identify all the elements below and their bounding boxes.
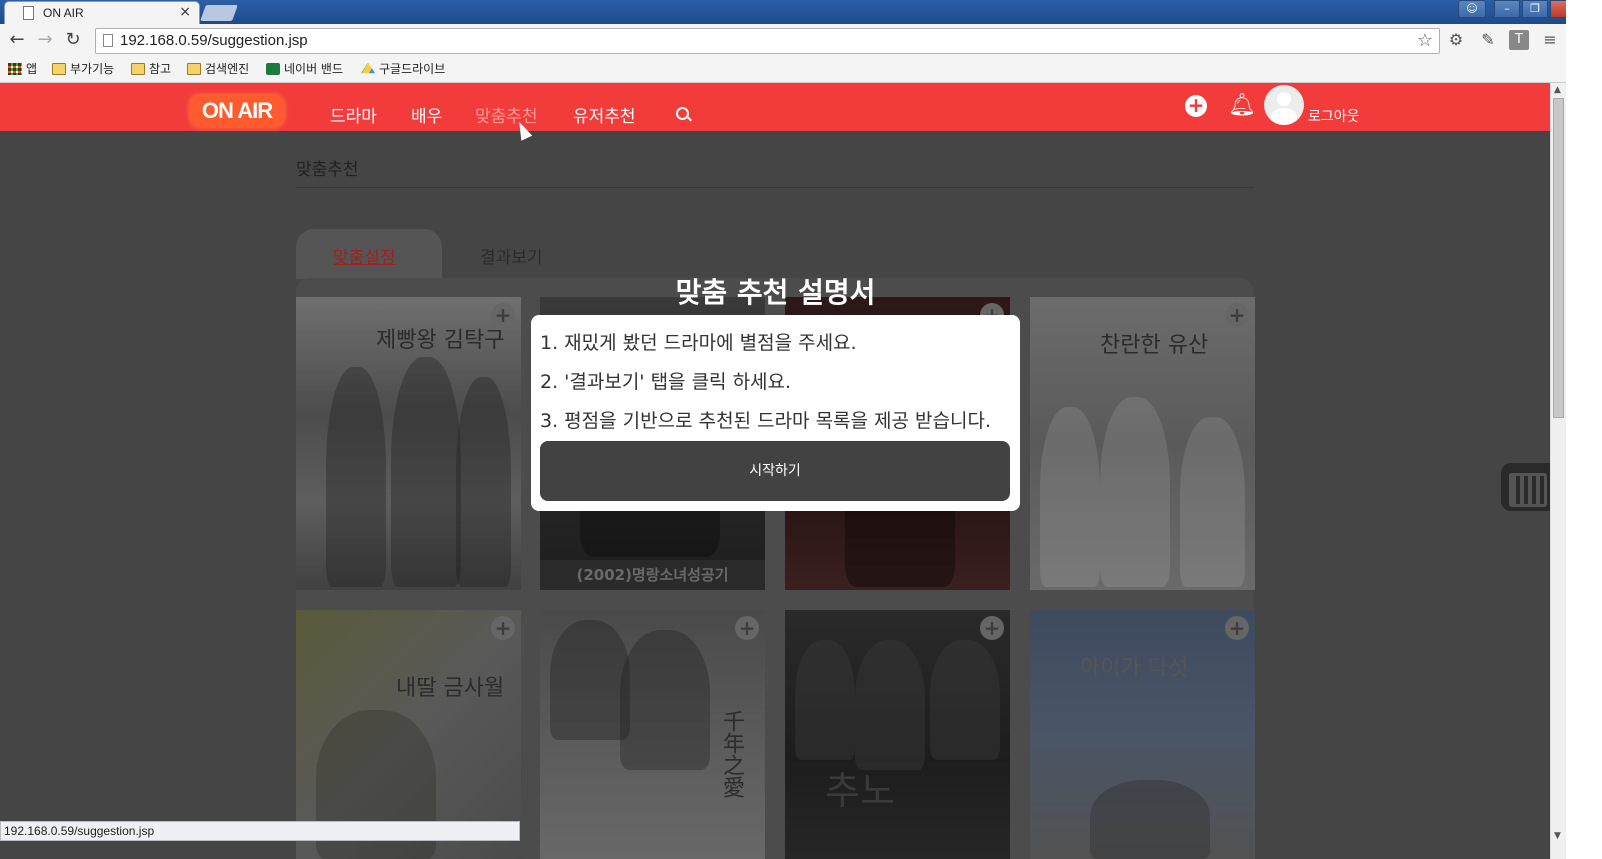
settings-icon[interactable]: ⚙ [1446, 30, 1466, 50]
nav-drama[interactable]: 드라마 [330, 102, 377, 127]
bookmark-apps[interactable]: 앱 [8, 60, 37, 77]
add-icon[interactable]: + [1225, 616, 1249, 640]
browser-tab[interactable]: ON AIR × [4, 1, 200, 24]
poster-title: 내딸 금사월 [396, 676, 505, 701]
logout-link[interactable]: 로그아웃 [1308, 106, 1360, 126]
poster-title: 千年之愛 [719, 710, 744, 798]
add-icon[interactable]: + [1225, 303, 1249, 327]
back-icon[interactable]: ← [6, 29, 28, 51]
url-text[interactable]: 192.168.0.59/suggestion.jsp [120, 32, 308, 49]
logo[interactable]: ON AIR [190, 95, 284, 127]
extension-icon[interactable]: ✎ [1478, 30, 1498, 50]
poster-title: 추노 [825, 769, 895, 813]
menu-icon[interactable]: ≡ [1540, 30, 1560, 50]
minimize-button[interactable]: – [1494, 0, 1520, 18]
bookmark-addons[interactable]: 부가기능 [52, 60, 114, 77]
modal-heading: 맞춤 추천 설명서 [675, 276, 876, 309]
instruction-step: 2. '결과보기' 탭을 클릭 하세요. [540, 371, 792, 393]
folder-icon [131, 62, 145, 75]
bookmark-search-engines[interactable]: 검색엔진 [187, 60, 249, 77]
scrollbar-thumb[interactable] [1553, 98, 1564, 418]
poster-caption: (2002)명랑소녀성공기 [540, 560, 765, 590]
nav-actor[interactable]: 배우 [411, 102, 442, 127]
instruction-modal: 1. 재밌게 봤던 드라마에 별점을 주세요. 2. '결과보기' 탭을 클릭 … [531, 315, 1020, 511]
poster-title: 찬란한 유산 [1100, 333, 1209, 358]
bookmarks-bar: 앱 부가기능 참고 검색엔진 네이버 밴드 구글드라이브 [0, 57, 1602, 83]
bookmark-google-drive[interactable]: 구글드라이브 [361, 60, 445, 77]
close-tab-icon[interactable]: × [179, 4, 191, 20]
add-icon[interactable]: + [735, 616, 759, 640]
folder-icon [187, 62, 201, 75]
forward-icon[interactable]: → [34, 29, 56, 51]
status-bar: 192.168.0.59/suggestion.jsp [0, 821, 520, 841]
tab-title: ON AIR [43, 6, 84, 20]
window-border [1566, 0, 1602, 859]
tab-custom-settings-label: 맞춤설정 [333, 248, 396, 268]
poster-card[interactable]: 추노 + [785, 610, 1010, 859]
instruction-step: 1. 재밌게 봤던 드라마에 별점을 주세요. [540, 332, 857, 354]
band-icon [266, 62, 280, 75]
tab-custom-settings[interactable]: 맞춤설정 [296, 229, 442, 279]
poster-card[interactable]: 아이가 다섯 + [1030, 610, 1255, 859]
user-icon[interactable]: ☺ [1458, 0, 1486, 18]
poster-title: 아이가 다섯 [1080, 656, 1189, 681]
calendar-icon[interactable] [1501, 463, 1551, 511]
bookmark-naver-band[interactable]: 네이버 밴드 [266, 60, 343, 77]
avatar[interactable] [1264, 85, 1304, 125]
star-icon[interactable]: ☆ [1417, 30, 1433, 51]
page-title: 맞춤추천 [296, 160, 359, 180]
instruction-step: 3. 평점을 기반으로 추천된 드라마 목록을 제공 받습니다. [540, 410, 992, 432]
add-icon[interactable]: + [1185, 95, 1207, 117]
nav-custom-recommend[interactable]: 맞춤추천 [475, 102, 538, 127]
t-icon[interactable]: T [1509, 30, 1529, 50]
scroll-up-icon[interactable]: ▲ [1554, 85, 1561, 95]
poster-title: 제빵왕 김탁구 [376, 328, 505, 353]
divider [296, 187, 1254, 188]
site-header: ON AIR 드라마 배우 맞춤추천 유저추천 + 🔔︎ 로그아웃 [0, 83, 1550, 131]
page-icon [103, 34, 113, 47]
poster-card[interactable]: 제빵왕 김탁구 + [296, 297, 521, 590]
address-bar[interactable]: 192.168.0.59/suggestion.jsp ☆ [95, 28, 1440, 54]
new-tab-button[interactable] [200, 5, 238, 21]
start-button[interactable]: 시작하기 [540, 441, 1010, 501]
poster-card[interactable]: 千年之愛 + [540, 610, 765, 859]
nav-user-recommend[interactable]: 유저추천 [573, 102, 636, 127]
scroll-down-icon[interactable]: ▼ [1554, 831, 1561, 841]
browser-toolbar: ← → ↻ 192.168.0.59/suggestion.jsp ☆ ⚙ ✎ … [0, 24, 1602, 57]
add-icon[interactable]: + [491, 303, 515, 327]
bell-icon[interactable]: 🔔︎ [1228, 93, 1256, 118]
search-icon[interactable] [676, 107, 689, 120]
poster-card[interactable]: 찬란한 유산 + [1030, 297, 1255, 590]
restore-button[interactable]: ❐ [1522, 0, 1548, 18]
drive-icon [361, 62, 375, 74]
tab-results[interactable]: 결과보기 [480, 243, 543, 268]
bookmark-reference[interactable]: 참고 [131, 60, 171, 77]
add-icon[interactable]: + [980, 616, 1004, 640]
reload-icon[interactable]: ↻ [62, 29, 84, 51]
page-icon [23, 6, 34, 20]
add-icon[interactable]: + [491, 616, 515, 640]
folder-icon [52, 62, 66, 75]
browser-titlebar: ON AIR × ☺ – ❐ ✕ [0, 0, 1602, 24]
apps-icon [8, 62, 22, 75]
scrollbar[interactable]: ▲ ▼ [1550, 83, 1566, 859]
